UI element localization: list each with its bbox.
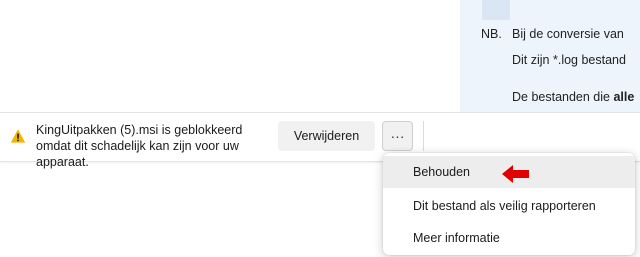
- doc-text-line: Dit zijn *.log bestand: [512, 53, 626, 67]
- remove-button[interactable]: Verwijderen: [278, 121, 375, 151]
- doc-text-line: Bij de conversie van: [512, 27, 624, 41]
- document-content-panel: NB. Bij de conversie van Dit zijn *.log …: [460, 0, 640, 118]
- warning-triangle-icon: [10, 128, 26, 144]
- doc-text-prefix: De bestanden die: [512, 90, 614, 104]
- menu-item-more-info[interactable]: Meer informatie: [383, 222, 635, 254]
- doc-text-bold: alle: [613, 90, 635, 104]
- red-arrow-left-icon: [502, 164, 530, 184]
- menu-item-report-safe[interactable]: Dit bestand als veilig rapporteren: [383, 190, 635, 222]
- divider: [423, 121, 424, 151]
- download-blocked-message: KingUitpakken (5).msi is geblokkeerd omd…: [36, 123, 243, 169]
- document-image-thumbnail: [482, 0, 510, 20]
- doc-text-line: De bestanden die alle: [512, 90, 634, 104]
- more-options-button[interactable]: ···: [382, 121, 413, 151]
- doc-nb-label: NB.: [481, 27, 502, 41]
